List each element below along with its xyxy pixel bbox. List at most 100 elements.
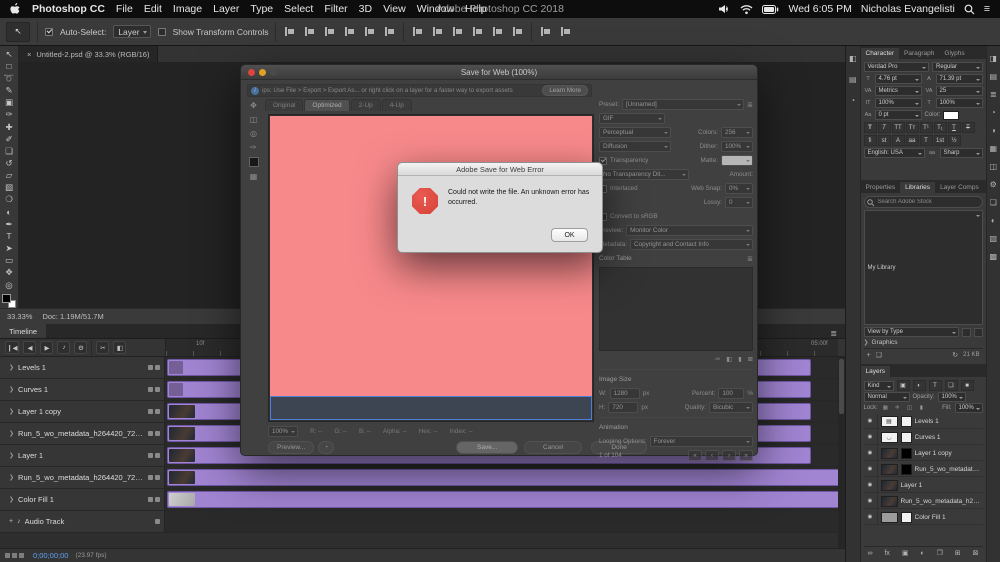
layer-name[interactable]: Color Fill 1 [915,514,983,521]
color-reduction-select[interactable]: Perceptual [599,127,671,138]
layer-row[interactable]: ◉ Run_5_wo_metadata_h264420_720p_UHQ [863,462,983,477]
track-lane[interactable] [165,489,845,510]
filter-shape-icon[interactable]: ❏ [944,380,958,391]
filter-type-icon[interactable]: T [928,380,942,391]
metadata-select[interactable]: Copyright and Contact Info [630,239,753,250]
fractions-button[interactable]: ½ [947,135,961,146]
add-asset-icon[interactable]: + [867,352,871,359]
learn-more-button[interactable]: Learn More [542,85,588,96]
link-layers-icon[interactable]: ∞ [868,550,873,557]
align-left-icon[interactable] [283,25,297,38]
chevron-right-icon[interactable]: ❯ [864,339,869,346]
layer-name[interactable]: Curves 1 [915,434,983,441]
eyedropper-tool-icon[interactable]: ✑ [1,109,18,121]
track-header[interactable]: ❯ Run_5_wo_metadata_h264420_720p_UHQ [0,467,165,488]
align-bottom-icon[interactable] [383,25,397,38]
new-group-icon[interactable]: ❐ [937,549,943,557]
timeline-view-icons[interactable] [5,551,26,560]
tracking-field[interactable]: 25 [935,86,983,96]
lasso-tool-icon[interactable]: ➰ [1,72,18,84]
menu-view[interactable]: View [383,3,406,15]
opacity-field[interactable]: 100% [937,392,966,402]
layer-mask-thumbnail[interactable] [900,415,912,427]
preset-select[interactable]: [Unnamed] [621,99,745,110]
chevron-right-icon[interactable]: ❯ [9,496,14,503]
dither-method-select[interactable]: Diffusion [599,141,671,152]
titling-alternates-button[interactable]: aa [905,135,919,146]
tab-optimized[interactable]: Optimized [304,99,350,111]
matte-select[interactable] [721,155,753,166]
chevron-right-icon[interactable]: ❯ [9,386,14,393]
filter-smart-object-icon[interactable]: ■ [960,380,974,391]
collapsed-panel-icon[interactable]: ◫ [989,162,997,171]
collapsed-panel-icon[interactable]: ▩ [989,252,997,261]
height-field[interactable]: 720 [608,402,639,413]
collapsed-panel-icon[interactable]: ❏ [990,198,997,207]
menu-file[interactable]: File [116,3,133,15]
color-panel-icon[interactable]: ◧ [849,54,857,63]
menu-layer[interactable]: Layer [213,3,239,15]
all-caps-button[interactable]: TT [891,122,905,133]
menu-filter[interactable]: Filter [324,3,347,15]
eyedropper-color-swatch[interactable] [248,157,259,167]
eyedropper-add-icon[interactable]: ✑ [715,356,720,363]
contextual-alternates-button[interactable]: st [877,135,891,146]
add-audio-icon[interactable]: + [9,518,13,525]
new-layer-icon[interactable]: ⊞ [955,549,961,557]
delete-layer-icon[interactable]: ⊠ [973,549,979,557]
format-select[interactable]: GIF [599,113,665,124]
new-group-icon[interactable]: ❏ [876,351,882,359]
panel-menu-icon[interactable]: ≣ [747,255,753,263]
gradient-tool-icon[interactable]: ▧ [1,182,18,194]
timeline-clip[interactable] [167,469,843,486]
color-table[interactable] [599,267,753,351]
visibility-eye-icon[interactable]: ◉ [864,446,878,460]
library-search-input[interactable] [863,196,983,208]
align-middle-icon[interactable] [363,25,377,38]
tab-layer-comps[interactable]: Layer Comps [935,182,984,193]
track-toggle-icons[interactable] [148,387,160,392]
layer-mask-thumbnail[interactable] [900,447,912,459]
layer-mask-thumbnail[interactable] [900,431,912,443]
visibility-eye-icon[interactable]: ◉ [864,414,878,428]
quick-select-tool-icon[interactable]: ✎ [1,84,18,96]
zoom-window-icon[interactable] [270,69,277,76]
track-toggle-icons[interactable] [155,519,160,524]
collapsed-panel-icon[interactable]: ◐ [991,216,996,225]
layer-row[interactable]: ◉ Layer 1 copy [863,446,983,461]
timeline-settings-button[interactable]: ⚙ [74,341,88,354]
lock-transparency-icon[interactable]: ▦ [881,405,890,411]
type-tool-icon[interactable]: T [1,230,18,242]
library-select[interactable]: My Library [863,210,983,325]
track-toggle-icons[interactable] [148,497,160,502]
shape-tool-icon[interactable]: ▭ [1,255,18,267]
layer-name[interactable]: Run_5_wo_metadata_h264420_720p_UHQ [901,498,983,505]
fill-thumbnail[interactable] [880,511,898,523]
collapsed-panel-icon[interactable]: ≣ [990,90,997,99]
current-tool-icon[interactable]: ↖ [6,21,30,42]
layer-row[interactable]: ◉ Run_5_wo_metadata_h264420_720p_UHQ [863,494,983,509]
tab-paragraph[interactable]: Paragraph [899,48,939,59]
tab-glyphs[interactable]: Glyphs [939,48,969,59]
menu-3d[interactable]: 3D [359,3,372,15]
track-header[interactable]: + ♪ Audio Track [0,511,165,532]
layer-row[interactable]: ◉ ◡ Curves 1 [863,430,983,445]
prev-frame-button[interactable]: ◀ [23,341,37,354]
tab-properties[interactable]: Properties [861,182,901,193]
view-by-select[interactable]: View by Type [863,327,959,337]
zoom-level-select[interactable]: 100% [268,426,299,437]
panel-menu-icon[interactable]: ≣ [747,101,753,109]
chevron-right-icon[interactable]: ❯ [9,408,14,415]
visibility-eye-icon[interactable]: ◉ [864,478,878,492]
battery-icon[interactable] [762,4,779,14]
library-group-label[interactable]: Graphics [872,339,898,346]
track-lane[interactable] [165,511,845,532]
layer-name[interactable]: Layer 1 [901,482,983,489]
path-select-tool-icon[interactable]: ➤ [1,243,18,255]
sync-icon[interactable]: ↻ [952,351,958,359]
superscript-button[interactable]: T¹ [919,122,933,133]
filter-adjustment-icon[interactable]: ◐ [912,380,926,391]
blend-mode-select[interactable]: Normal [863,392,910,402]
track-toggle-icons[interactable] [148,453,160,458]
layer-thumbnail[interactable] [880,495,898,507]
